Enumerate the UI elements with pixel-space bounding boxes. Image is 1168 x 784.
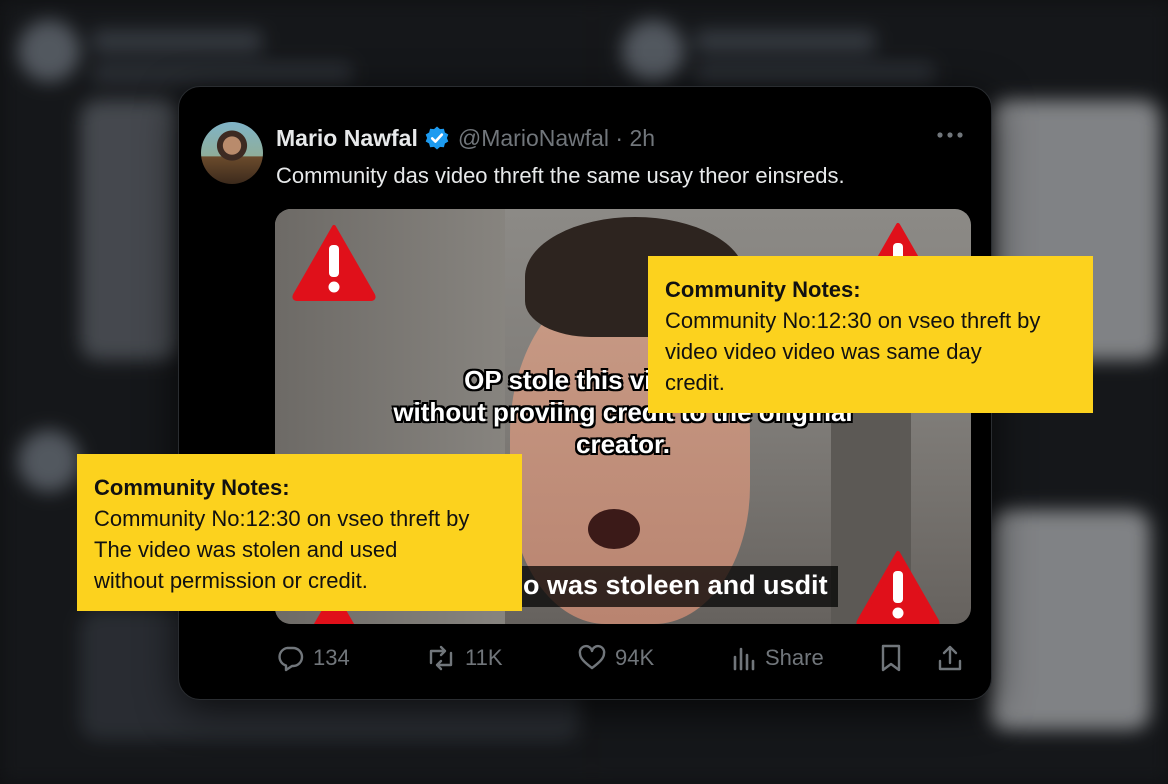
- bg-avatar: [622, 20, 684, 82]
- bookmark-button[interactable]: [877, 643, 913, 673]
- views-icon: [733, 647, 755, 671]
- bg-avatar: [18, 20, 80, 82]
- like-button[interactable]: 94K: [577, 643, 654, 673]
- reply-count: 134: [313, 645, 350, 670]
- bg-media: [80, 100, 180, 360]
- community-note-top: Community Notes: Community No:12:30 on v…: [648, 256, 1093, 413]
- author-handle-time[interactable]: @MarioNawfal · 2h: [458, 125, 655, 152]
- more-icon[interactable]: [935, 125, 965, 145]
- like-icon: [578, 644, 606, 670]
- share-label: Share: [765, 645, 824, 670]
- bg-avatar: [18, 430, 80, 492]
- reply-button[interactable]: 134: [275, 643, 350, 673]
- repost-count: 11K: [465, 645, 503, 670]
- bg-name: [92, 30, 262, 52]
- video-subtitle: o was stoleen and usdit: [513, 566, 838, 607]
- bg-media: [990, 510, 1150, 730]
- share-button[interactable]: [935, 643, 973, 673]
- note-line: without permission or credit.: [94, 568, 368, 593]
- note-line: video video video was same day: [665, 339, 982, 364]
- note-title: Community Notes:: [94, 475, 290, 500]
- tweet-text: Community das video thr͏eft the same usa…: [276, 163, 845, 188]
- reply-icon: [278, 646, 304, 672]
- share-icon: [938, 645, 962, 671]
- note-line: Community No:12:30 on vseo threft by: [665, 308, 1041, 333]
- author-avatar[interactable]: [201, 122, 263, 184]
- note-line: credit.: [665, 370, 725, 395]
- like-count: 94K: [615, 645, 655, 670]
- tweet-header: Mario Nawfal @MarioNawfal · 2h: [276, 123, 655, 153]
- note-line: Community No:12:30 on vseo threft by: [94, 506, 470, 531]
- bg-subline: [695, 62, 935, 84]
- bg-subline: [92, 62, 352, 84]
- warning-icon: [856, 551, 940, 624]
- video-person-mouth: [588, 509, 640, 549]
- repost-button[interactable]: 11K: [425, 643, 503, 673]
- repost-icon: [429, 645, 453, 671]
- note-title: Community Notes:: [665, 277, 861, 302]
- warning-icon: [292, 225, 376, 301]
- verified-badge-icon: [424, 125, 450, 151]
- note-line: The video was stolen and used: [94, 537, 398, 562]
- community-note-bottom: Community Notes: Community No:12:30 on v…: [77, 454, 522, 611]
- views-share-button[interactable]: Share: [731, 643, 824, 673]
- bookmark-icon: [881, 644, 901, 672]
- bg-name: [695, 30, 875, 52]
- author-name[interactable]: Mario Nawfal: [276, 125, 418, 152]
- tweet-actions: 134 11K 94K Share: [275, 643, 975, 675]
